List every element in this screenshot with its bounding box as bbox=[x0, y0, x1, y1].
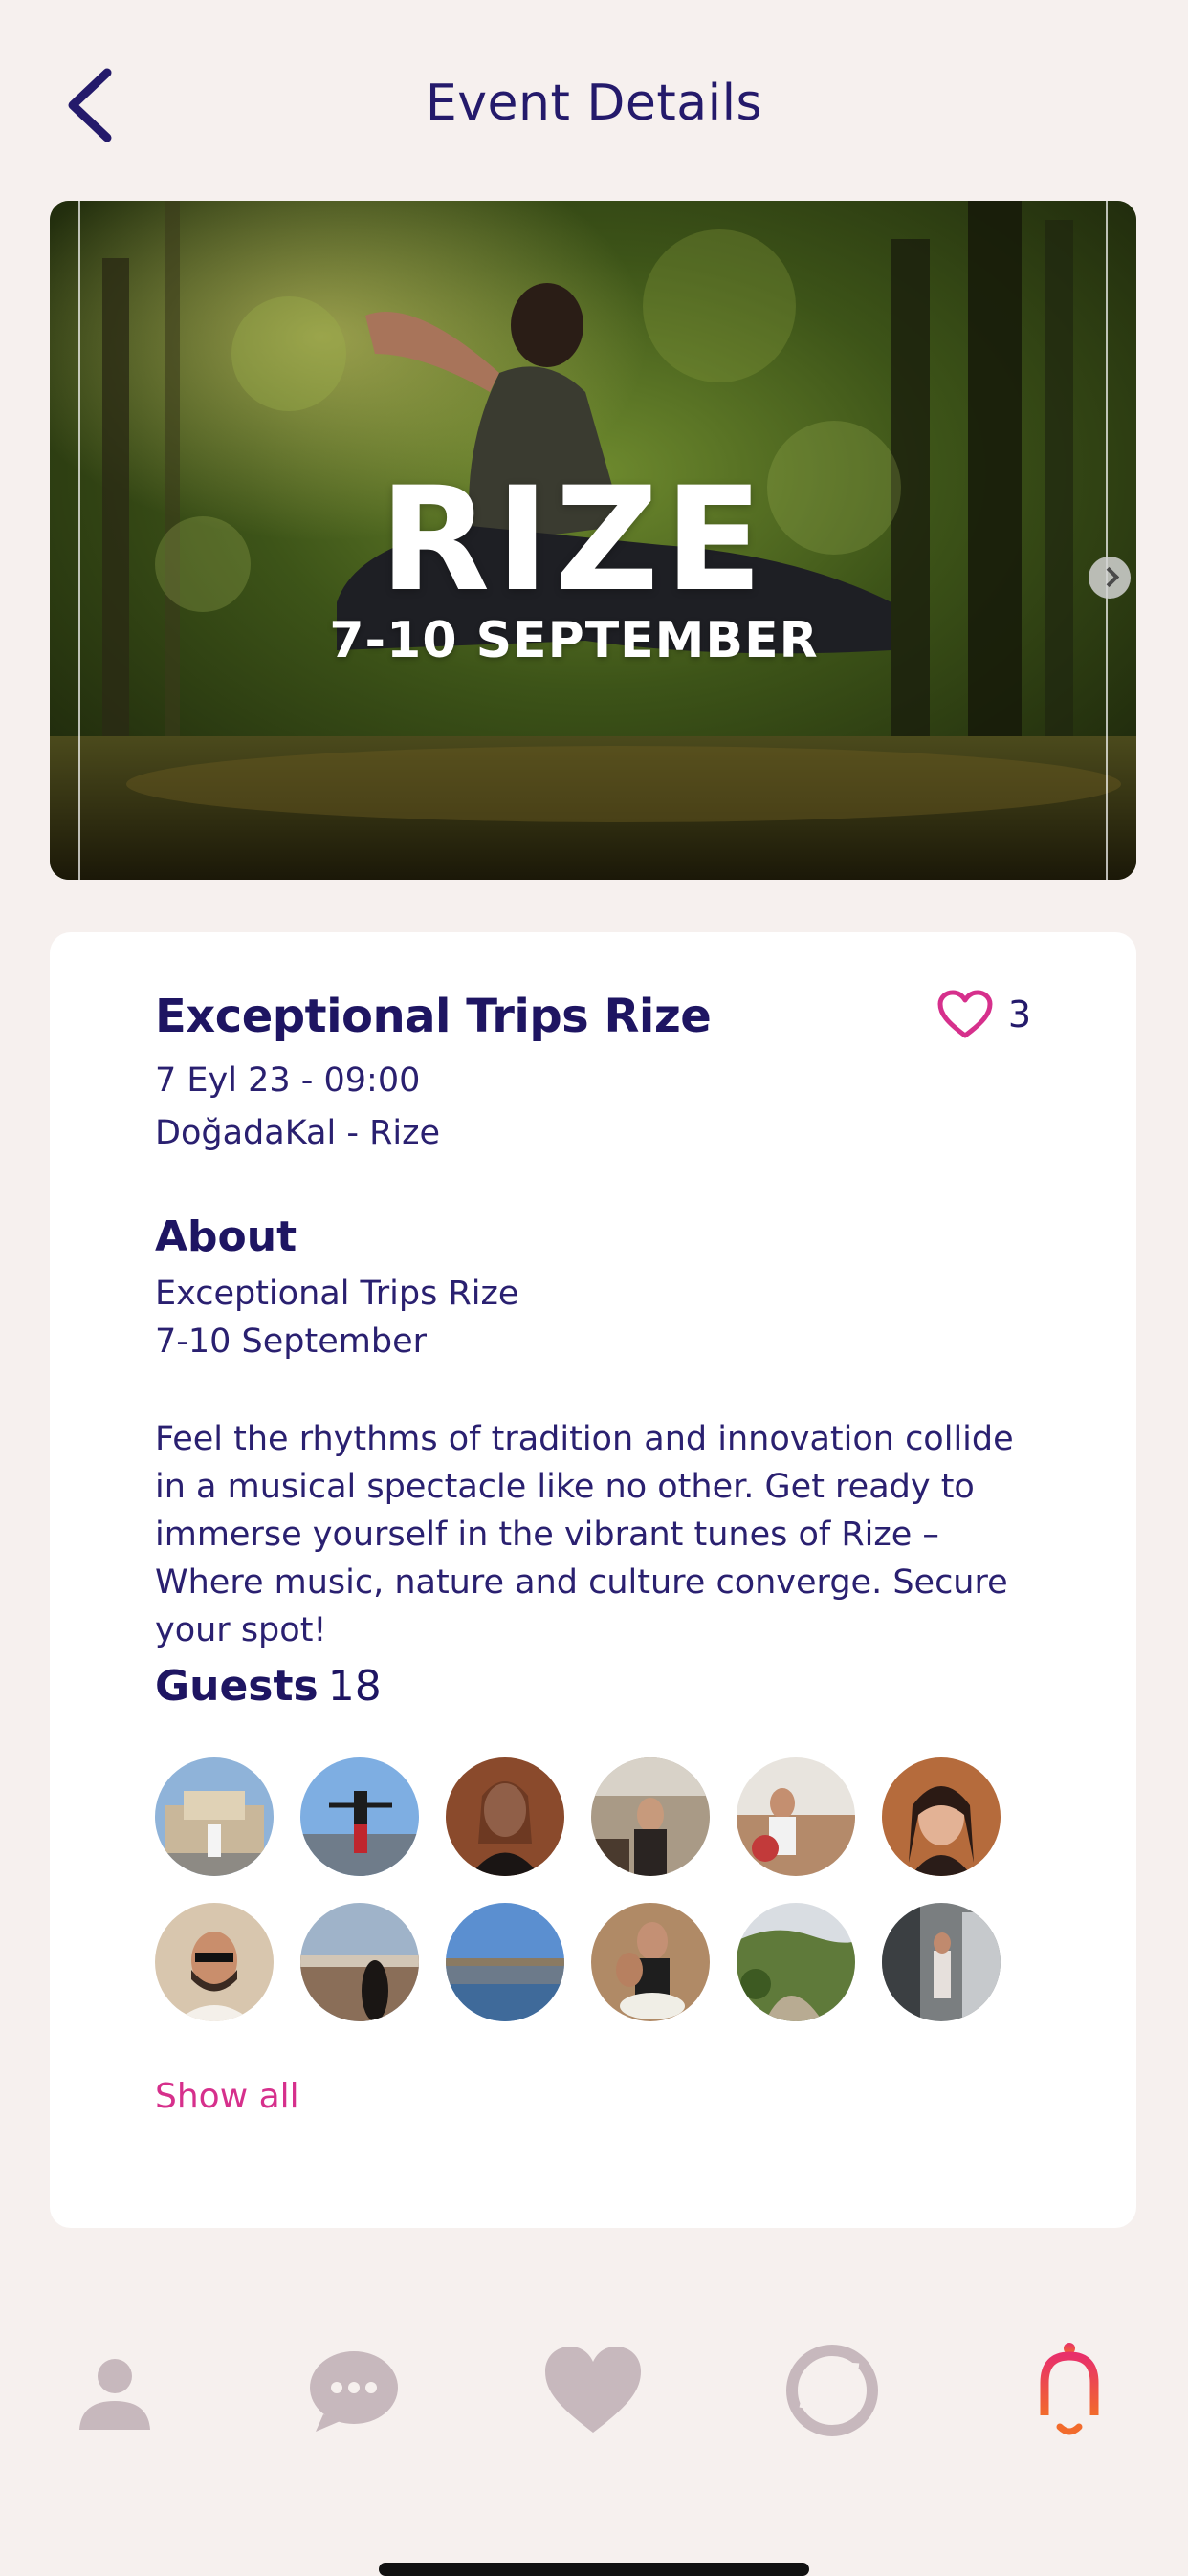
about-line-1: Exceptional Trips Rize bbox=[155, 1275, 519, 1313]
like-button[interactable]: 3 bbox=[937, 990, 1031, 1039]
nav-favorites[interactable] bbox=[536, 2333, 650, 2448]
bell-icon bbox=[1028, 2343, 1111, 2435]
guest-avatar[interactable] bbox=[446, 1903, 564, 2021]
guest-avatar[interactable] bbox=[882, 1903, 1001, 2021]
event-date: 7 Eyl 23 - 09:00 bbox=[155, 1061, 421, 1100]
guest-avatar[interactable] bbox=[300, 1903, 419, 2021]
banner-title: RIZE bbox=[379, 457, 769, 623]
nav-explore[interactable] bbox=[775, 2333, 890, 2448]
nav-notifications[interactable] bbox=[1012, 2333, 1127, 2448]
event-title: Exceptional Trips Rize bbox=[155, 990, 712, 1043]
chat-bubble-icon bbox=[310, 2351, 398, 2432]
about-line-2: 7-10 September bbox=[155, 1322, 428, 1361]
top-bar: Event Details bbox=[0, 0, 1188, 191]
next-image-button[interactable] bbox=[1089, 557, 1131, 599]
guest-avatar[interactable] bbox=[591, 1903, 710, 2021]
home-indicator[interactable] bbox=[379, 2563, 809, 2576]
guest-avatar-grid bbox=[155, 1757, 1045, 2021]
event-location: DoğadaKal - Rize bbox=[155, 1114, 441, 1152]
guest-avatar[interactable] bbox=[300, 1757, 419, 1876]
nav-messages[interactable] bbox=[297, 2333, 411, 2448]
guest-avatar[interactable] bbox=[155, 1757, 274, 1876]
heart-outline-icon bbox=[937, 990, 993, 1038]
about-description: Feel the rhythms of tradition and innova… bbox=[155, 1420, 1014, 1649]
guest-avatar[interactable] bbox=[737, 1903, 855, 2021]
guest-avatar[interactable] bbox=[591, 1757, 710, 1876]
guests-heading: Guests 18 bbox=[155, 1662, 382, 1711]
banner-subtitle: 7-10 SEPTEMBER bbox=[329, 612, 819, 669]
guest-avatar[interactable] bbox=[737, 1757, 855, 1876]
guest-avatar[interactable] bbox=[882, 1757, 1001, 1876]
nav-profile[interactable] bbox=[57, 2333, 172, 2448]
show-all-guests-link[interactable]: Show all bbox=[155, 2077, 299, 2116]
like-count: 3 bbox=[1007, 993, 1031, 1036]
bottom-navigation bbox=[0, 2333, 1188, 2457]
about-heading: About bbox=[155, 1212, 297, 1261]
guests-label: Guests bbox=[155, 1662, 319, 1711]
heart-icon bbox=[545, 2347, 641, 2433]
event-details-card: Exceptional Trips Rize 3 7 Eyl 23 - 09:0… bbox=[50, 932, 1136, 2228]
event-banner-image[interactable]: RIZE 7-10 SEPTEMBER bbox=[50, 201, 1136, 880]
profile-icon bbox=[79, 2359, 150, 2430]
guests-count: 18 bbox=[327, 1662, 382, 1711]
guest-avatar[interactable] bbox=[155, 1903, 274, 2021]
ring-icon bbox=[786, 2345, 878, 2436]
page-title: Event Details bbox=[425, 75, 763, 132]
guest-avatar[interactable] bbox=[446, 1757, 564, 1876]
